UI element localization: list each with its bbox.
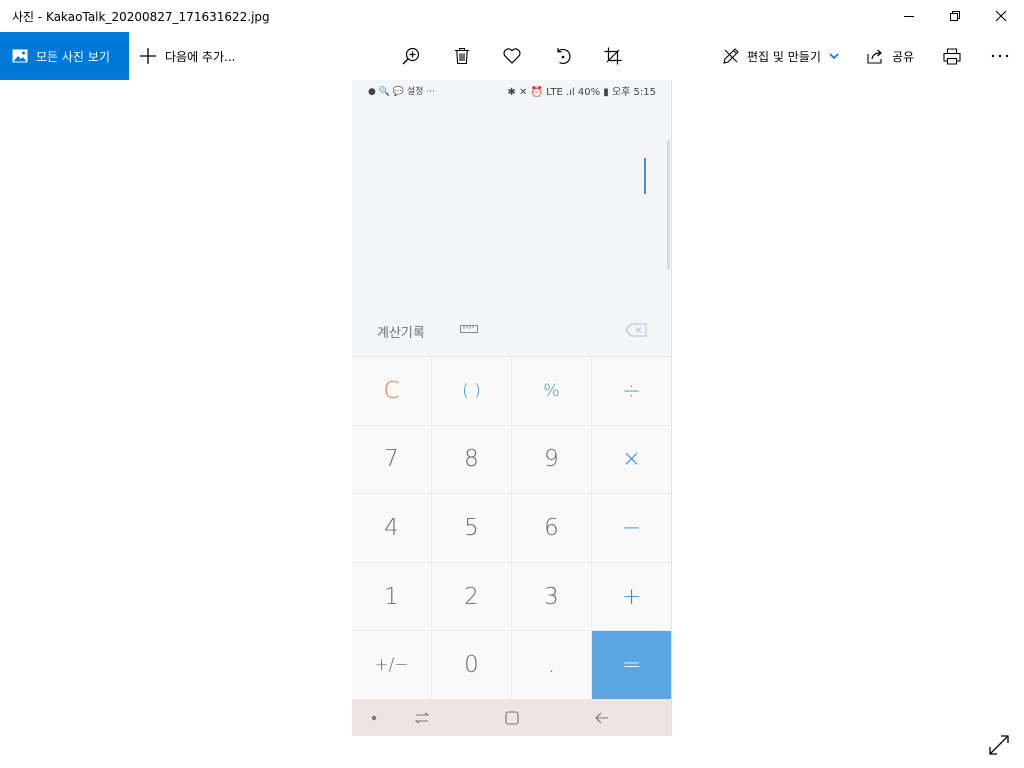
all-photos-button[interactable]: 모든 사진 보기	[0, 32, 129, 80]
phone-nav-bar	[352, 699, 671, 736]
key-2: 2	[432, 562, 512, 632]
calculator-keypad: C ( ) % ÷ 7 8 9 × 4 5 6 − 1 2 3 + +/− 0 …	[352, 356, 671, 700]
photo-calculator-screenshot: ● 🔍 💬 설정 ··· ✱ ✕ ⏰ LTE .ıl 40% ▮ 오후 5:15…	[352, 80, 672, 736]
all-photos-label: 모든 사진 보기	[36, 49, 110, 64]
edit-create-label: 편집 및 만들기	[747, 49, 821, 64]
add-to-button[interactable]: 다음에 추가...	[139, 32, 235, 80]
key-equals: =	[592, 631, 671, 700]
phone-status-bar: ● 🔍 💬 설정 ··· ✱ ✕ ⏰ LTE .ıl 40% ▮ 오후 5:15	[352, 80, 671, 100]
key-1: 1	[352, 562, 432, 632]
crop-icon	[604, 47, 622, 65]
text-cursor	[644, 158, 646, 194]
key-plus-minus: +/−	[352, 631, 432, 700]
edit-icon	[723, 48, 739, 64]
photo-icon	[12, 49, 28, 63]
restore-button[interactable]	[932, 0, 978, 32]
key-7: 7	[352, 425, 432, 495]
add-to-label: 다음에 추가...	[165, 49, 236, 64]
print-icon	[943, 47, 961, 65]
history-label: 계산기록	[377, 326, 425, 341]
home-icon	[502, 699, 522, 736]
backspace-icon	[625, 323, 647, 337]
edit-create-button[interactable]: 편집 및 만들기	[722, 32, 839, 80]
more-icon	[991, 54, 1009, 58]
rotate-icon	[557, 48, 571, 65]
delete-button[interactable]	[442, 32, 482, 80]
close-icon	[995, 10, 1007, 22]
key-percent: %	[512, 357, 592, 426]
key-0: 0	[432, 631, 512, 700]
key-4: 4	[352, 494, 432, 563]
expand-icon	[989, 735, 1009, 755]
plus-icon	[140, 48, 156, 64]
unit-converter-icon	[460, 325, 478, 333]
restore-icon	[949, 10, 960, 21]
share-icon	[867, 49, 882, 64]
window-title: 사진 - KakaoTalk_20200827_171631622.jpg	[12, 10, 270, 24]
zoom-in-icon	[402, 47, 420, 65]
key-subtract: −	[592, 494, 671, 563]
key-multiply: ×	[592, 425, 671, 495]
key-3: 3	[512, 562, 592, 632]
chevron-down-icon	[829, 52, 839, 59]
zoom-button[interactable]	[391, 32, 431, 80]
key-8: 8	[432, 425, 512, 495]
crop-button[interactable]	[593, 32, 633, 80]
fullscreen-button[interactable]	[988, 734, 1010, 756]
print-button[interactable]	[932, 32, 972, 80]
rotate-button[interactable]	[543, 32, 583, 80]
favorite-button[interactable]	[492, 32, 532, 80]
key-parentheses: ( )	[432, 357, 512, 426]
share-button[interactable]: 공유	[867, 32, 914, 80]
key-9: 9	[512, 425, 592, 495]
back-icon	[592, 699, 612, 736]
key-clear: C	[352, 357, 432, 426]
delete-icon	[455, 47, 469, 65]
photos-toolbar: 모든 사진 보기 다음에 추가... 편집 및 만들기 공유	[0, 32, 1024, 80]
display-scrollbar	[667, 140, 670, 270]
key-decimal: .	[512, 631, 592, 700]
close-button[interactable]	[978, 0, 1024, 32]
status-indicators: ✱ ✕ ⏰ LTE .ıl 40% ▮ 오후 5:15	[507, 87, 656, 98]
share-label: 공유	[892, 49, 915, 64]
key-add: +	[592, 562, 671, 632]
more-button[interactable]	[980, 32, 1020, 80]
heart-icon	[503, 48, 521, 64]
minimize-icon	[903, 15, 914, 17]
nav-dot-icon	[364, 699, 384, 736]
minimize-button[interactable]	[886, 0, 932, 32]
history-row: 계산기록	[352, 316, 671, 356]
key-5: 5	[432, 494, 512, 563]
recent-apps-icon	[412, 699, 432, 736]
key-divide: ÷	[592, 357, 671, 426]
title-bar: 사진 - KakaoTalk_20200827_171631622.jpg	[0, 0, 1024, 32]
status-notifications: ● 🔍 💬 설정 ···	[368, 87, 435, 97]
key-6: 6	[512, 494, 592, 563]
